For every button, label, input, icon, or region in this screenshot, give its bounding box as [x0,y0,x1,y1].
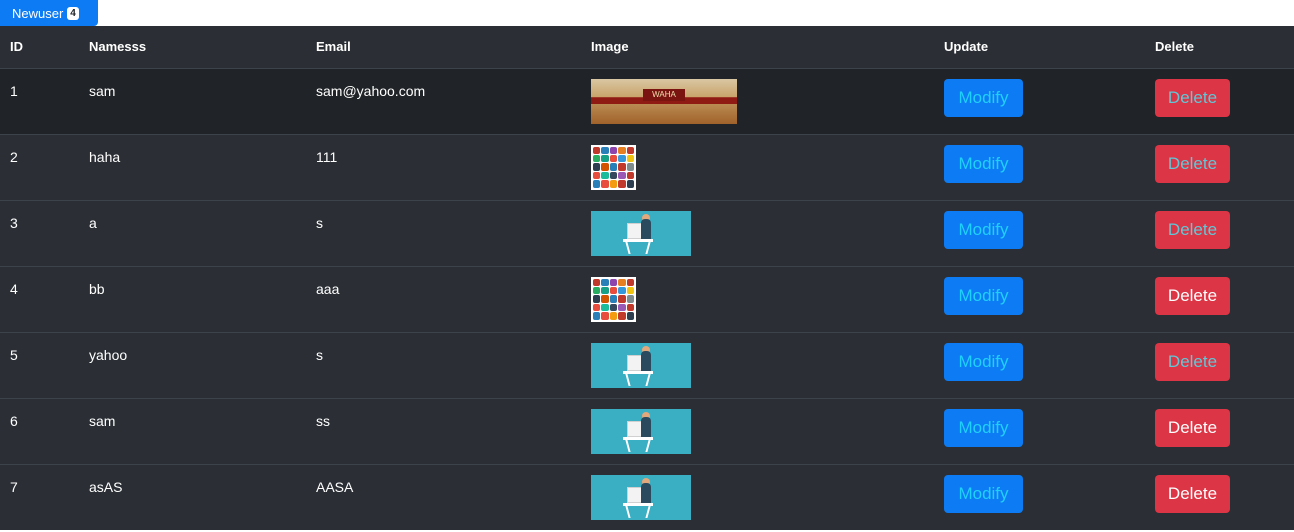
column-header-email: Email [306,26,581,69]
user-image [591,408,691,454]
cell-image [581,265,934,332]
column-header-delete: Delete [1145,26,1294,69]
table-header-row: ID Namesss Email Image Update Delete [0,26,1294,69]
cell-delete: Delete [1145,133,1294,200]
cell-name: a [79,199,306,266]
cell-id: 6 [0,397,79,464]
modify-button[interactable]: Modify [944,78,1023,117]
table-row: 7 asAS AASA Modify Delete [0,463,1294,530]
table-row: 3 a s Modify Delete [0,199,1294,266]
cell-email: AASA [306,463,581,530]
modify-button[interactable]: Modify [944,144,1023,183]
modify-button[interactable]: Modify [944,210,1023,249]
cell-delete: Delete [1145,199,1294,266]
cell-update: Modify [934,199,1145,266]
table-row: 2 haha 111 Modify Delete [0,133,1294,200]
delete-button[interactable]: Delete [1155,408,1230,447]
column-header-image: Image [581,26,934,69]
cell-name: asAS [79,463,306,530]
users-table: ID Namesss Email Image Update Delete 1 s… [0,26,1294,530]
cell-name: haha [79,133,306,200]
cell-image [581,133,934,200]
cell-id: 3 [0,199,79,266]
cell-name: sam [79,67,306,134]
cell-delete: Delete [1145,67,1294,134]
cell-update: Modify [934,265,1145,332]
cell-email: sam@yahoo.com [306,67,581,134]
cell-email: ss [306,397,581,464]
cell-id: 1 [0,67,79,134]
user-image [591,342,691,388]
modify-button[interactable]: Modify [944,276,1023,315]
cell-image [581,463,934,530]
cell-update: Modify [934,331,1145,398]
cell-update: Modify [934,463,1145,530]
cell-email: s [306,199,581,266]
top-bar: Newuser 4 [0,0,1294,26]
modify-button[interactable]: Modify [944,342,1023,381]
user-image [591,144,636,190]
cell-delete: Delete [1145,265,1294,332]
modify-button[interactable]: Modify [944,408,1023,447]
delete-button[interactable]: Delete [1155,144,1230,183]
user-image [591,210,691,256]
table-row: 4 bb aaa Modify Delete [0,265,1294,332]
delete-button[interactable]: Delete [1155,342,1230,381]
cell-email: aaa [306,265,581,332]
table-row: 5 yahoo s Modify Delete [0,331,1294,398]
user-image [591,474,691,520]
table-row: 1 sam sam@yahoo.com WAHA Modify Delete [0,67,1294,134]
cell-delete: Delete [1145,397,1294,464]
cell-update: Modify [934,67,1145,134]
new-user-label: Newuser [12,5,64,21]
cell-id: 2 [0,133,79,200]
user-count-badge: 4 [67,6,79,20]
cell-image [581,331,934,398]
column-header-id: ID [0,26,79,69]
cell-name: bb [79,265,306,332]
cell-delete: Delete [1145,463,1294,530]
table-row: 6 sam ss Modify Delete [0,397,1294,464]
cell-id: 7 [0,463,79,530]
delete-button[interactable]: Delete [1155,276,1230,315]
cell-image [581,397,934,464]
modify-button[interactable]: Modify [944,474,1023,513]
cell-name: sam [79,397,306,464]
cell-email: 111 [306,133,581,200]
column-header-name: Namesss [79,26,306,69]
cell-image [581,199,934,266]
cell-image: WAHA [581,67,934,134]
cell-id: 5 [0,331,79,398]
cell-name: yahoo [79,331,306,398]
new-user-button[interactable]: Newuser 4 [0,0,98,26]
cell-update: Modify [934,397,1145,464]
delete-button[interactable]: Delete [1155,474,1230,513]
user-image [591,276,636,322]
cell-email: s [306,331,581,398]
cell-update: Modify [934,133,1145,200]
cell-id: 4 [0,265,79,332]
cell-delete: Delete [1145,331,1294,398]
delete-button[interactable]: Delete [1155,210,1230,249]
column-header-update: Update [934,26,1145,69]
delete-button[interactable]: Delete [1155,78,1230,117]
user-image: WAHA [591,78,737,124]
